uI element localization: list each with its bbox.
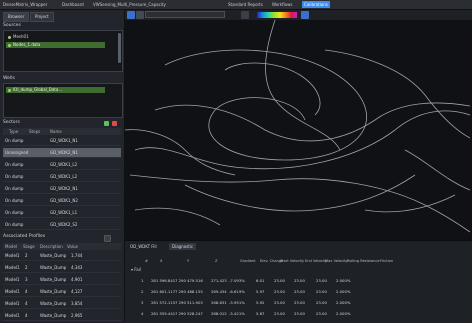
column-header[interactable]: Z — [215, 259, 217, 263]
title-item-4[interactable]: Workflows — [272, 1, 292, 8]
list-item-selected[interactable]: Nodes_1.data — [6, 42, 105, 48]
mesh-icon — [8, 35, 11, 39]
column-header[interactable]: Max Velocity — [325, 259, 348, 263]
table-row[interactable]: 3 281 572.115 7 290 511.903 268.831 -5.951% 5… — [129, 298, 472, 307]
tab-browser[interactable]: Browser — [3, 12, 30, 22]
column-header[interactable]: Start Velocity — [280, 259, 304, 263]
options-icon[interactable] — [104, 235, 111, 242]
settings-icon[interactable] — [301, 11, 309, 19]
left-panel: Browser Project Sources Mesh01 Nodes_1.d… — [0, 10, 125, 322]
sector-row[interactable]: On dump GD_WDK2_S2 — [3, 220, 121, 230]
sector-row[interactable]: On dump GD_WDK2_N1 — [3, 184, 121, 194]
tab-project[interactable]: Project — [30, 12, 54, 22]
wells-list[interactable]: IOI_dump_Global_Data... — [3, 83, 123, 118]
title-item-3[interactable]: Standard Reports — [228, 1, 263, 8]
viewport-toolbar — [125, 10, 472, 20]
column-header[interactable]: # — [145, 259, 148, 263]
color-scale-bar — [257, 12, 297, 18]
profile-row[interactable]: Model1 2 Waste_Dump 1,744 — [3, 251, 121, 261]
sector-row[interactable]: On dump GD_WDK1_N2 — [3, 196, 121, 206]
list-item[interactable]: Mesh01 — [6, 34, 31, 40]
title-item-0[interactable]: DenseMatrix_Wrapper — [3, 1, 47, 8]
title-item-5[interactable]: Calibrations — [302, 1, 330, 8]
tab-fill[interactable]: OD_WDKT Fill — [127, 243, 160, 250]
sources-list[interactable]: Mesh01 Nodes_1.data — [3, 30, 123, 72]
sector-row[interactable]: On dump GD_WDK1_L1 — [3, 208, 121, 218]
profile-row[interactable]: Model1 3 Waste_Dump 4,901 — [3, 275, 121, 285]
add-icon[interactable] — [104, 121, 109, 126]
bottom-panel: OD_WDKT Fill Diagnostic # X Y Z Gradient Elev… — [125, 240, 472, 323]
data-icon — [8, 43, 11, 47]
profiles-label: Associated Profiles — [3, 234, 46, 239]
column-header[interactable]: X — [160, 259, 162, 263]
sectors-header: Type Steps Name — [3, 128, 121, 135]
layer-dropdown[interactable] — [145, 11, 225, 18]
profiles-header: Model Stage Description Value — [3, 243, 121, 250]
column-header[interactable]: Gradient — [240, 259, 256, 263]
column-header[interactable]: Rolling Resistance — [347, 259, 380, 263]
sector-row[interactable]: On dump GD_WDK1_L2 — [3, 172, 121, 182]
sector-row[interactable]: On dump GD_WDK1_N1 — [3, 136, 121, 146]
table-row[interactable]: 4 281 559.441 7 290 528.247 268.012 -5.421% 5… — [129, 309, 472, 318]
table-row[interactable]: 2 281 601.117 7 290 488.155 269.434 -6.619% 5… — [129, 287, 472, 296]
title-bar: DenseMatrix_Wrapper Dashboard VWSensing_… — [0, 0, 472, 10]
title-item-2[interactable]: VWSensing_Multi_Pressure_Capacity — [93, 1, 166, 8]
profile-row[interactable]: Model1 2 Waste_Dump 4,343 — [3, 263, 121, 273]
scrollbar[interactable] — [118, 33, 121, 63]
pan-tool-icon[interactable] — [136, 11, 144, 19]
sector-row[interactable]: Unassigned GD_WDK2_N1 — [3, 148, 121, 158]
remove-icon[interactable] — [112, 121, 117, 126]
haul-road-paths — [124, 19, 471, 233]
list-item-selected[interactable]: IOI_dump_Global_Data... — [6, 87, 105, 93]
legend-dropdown-icon[interactable] — [241, 11, 249, 19]
title-item-1[interactable]: Dashboard — [62, 1, 84, 8]
sources-label: Sources — [3, 23, 21, 28]
sector-row[interactable]: On dump GD_WDK1_L2 — [3, 160, 121, 170]
well-icon — [8, 88, 11, 92]
column-header[interactable]: Y — [187, 259, 189, 263]
profile-row[interactable]: Model1 4 Waste_Dump 4,127 — [3, 287, 121, 297]
group-label[interactable]: ▾ Fail — [131, 267, 141, 272]
select-tool-icon[interactable] — [127, 11, 135, 19]
tab-diagnostic[interactable]: Diagnostic — [169, 243, 197, 250]
sectors-label: Sectors — [3, 120, 20, 125]
profile-row[interactable]: Model1 4 Waste_Dump 3,854 — [3, 299, 121, 309]
column-header[interactable]: Friction — [380, 259, 393, 263]
column-header[interactable]: End Velocity — [305, 259, 327, 263]
table-row[interactable]: 1 281 596.841 7 290 479.516 271.423 -7.093% 6… — [129, 276, 472, 285]
wells-label: Wells — [3, 76, 15, 81]
profile-row[interactable]: Model1 4 Waste_Dump 2,965 — [3, 311, 121, 321]
3d-viewport[interactable] — [124, 10, 472, 240]
